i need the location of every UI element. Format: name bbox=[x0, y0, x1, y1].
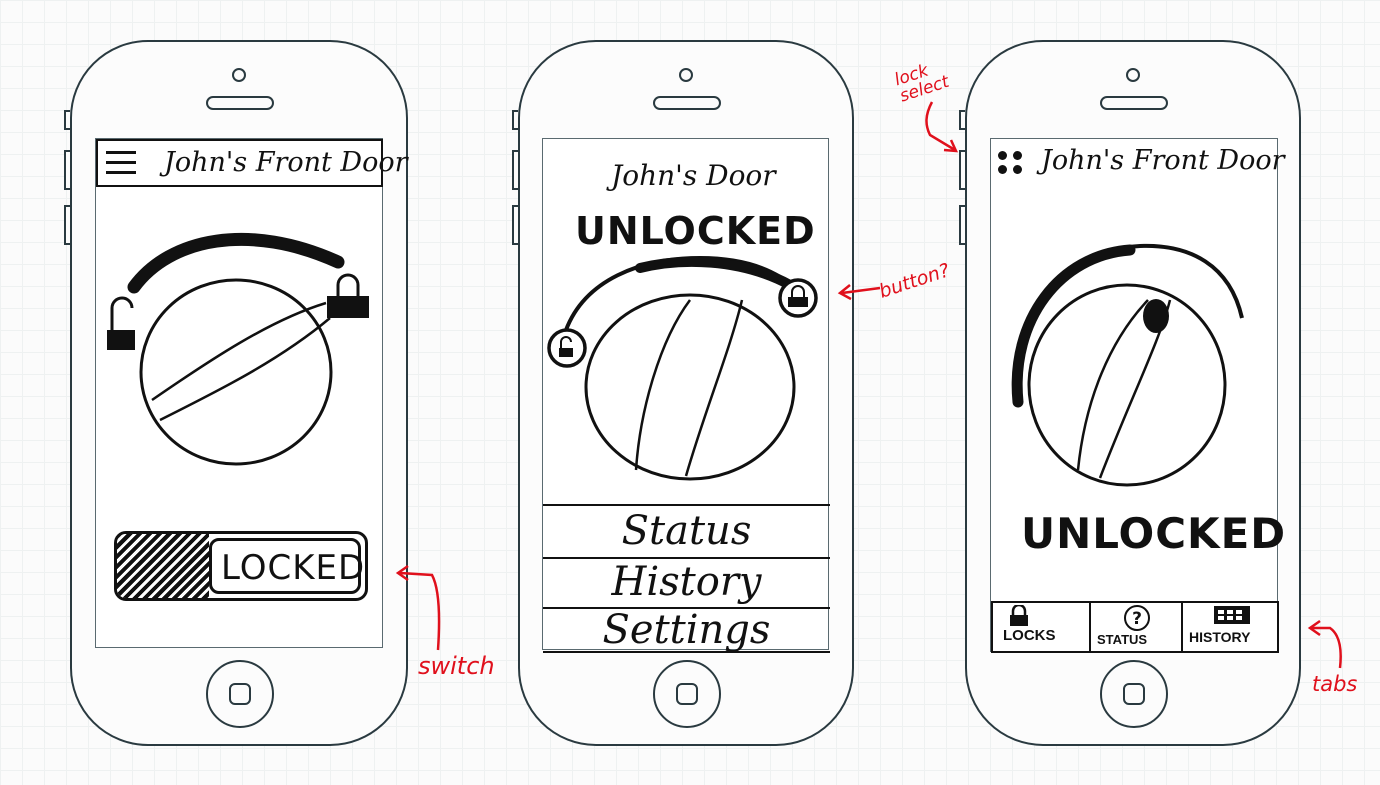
dial-indicator-line bbox=[159, 317, 331, 422]
dial-circle bbox=[1027, 283, 1227, 487]
phone3-dial[interactable] bbox=[1011, 243, 1244, 487]
unlocked-padlock-icon[interactable] bbox=[107, 296, 135, 350]
annotation-tabs: tabs bbox=[1312, 672, 1358, 696]
dial-indicator-line bbox=[684, 299, 744, 477]
dial-circle bbox=[139, 278, 333, 466]
annotation-switch: switch bbox=[418, 652, 495, 680]
dial-knob bbox=[1143, 299, 1169, 333]
locked-padlock-icon[interactable] bbox=[327, 273, 369, 318]
dial-indicator-line bbox=[151, 301, 327, 402]
annotation-arrow-switch bbox=[395, 564, 441, 651]
annotation-arrow-lock-select bbox=[925, 101, 959, 153]
annotation-arrow-button bbox=[837, 284, 881, 301]
locked-padlock-icon[interactable] bbox=[778, 278, 818, 318]
unlocked-padlock-icon[interactable] bbox=[547, 328, 587, 368]
phone1-dial[interactable] bbox=[127, 232, 345, 466]
dial-indicator-line bbox=[634, 299, 692, 471]
sketch-overlay bbox=[107, 101, 1342, 669]
phone2-dial[interactable] bbox=[564, 255, 797, 481]
dial-circle bbox=[584, 293, 796, 481]
annotation-arrow-tabs bbox=[1307, 619, 1342, 669]
